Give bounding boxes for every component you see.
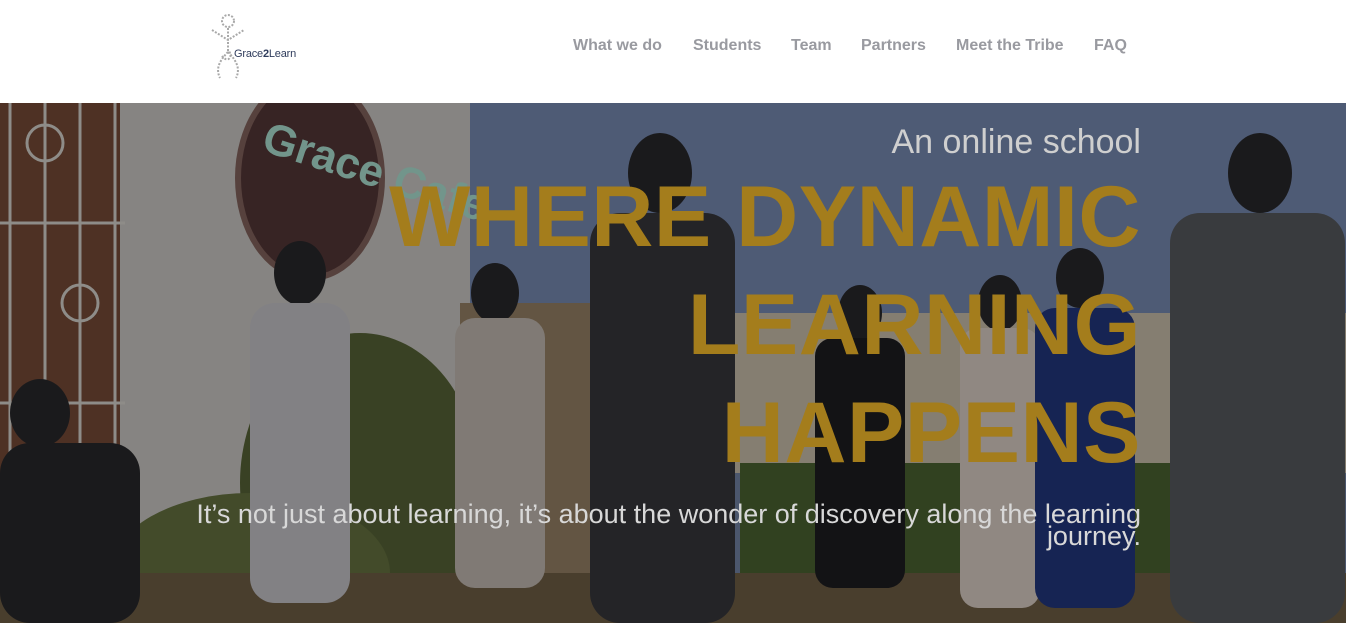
logo[interactable]: Grace2Learn — [208, 12, 308, 82]
hero-headline: WHERE DYNAMIC LEARNING HAPPENS — [389, 169, 1141, 481]
nav-team[interactable]: Team — [791, 37, 832, 55]
nav-faq[interactable]: FAQ — [1094, 37, 1127, 55]
brand-name: Grace2Learn — [234, 48, 297, 60]
hero-section: Grace Cafe An online school WHERE DYNAMI… — [0, 103, 1346, 623]
nav-students[interactable]: Students — [693, 37, 761, 55]
nav-what-we-do[interactable]: What we do — [573, 37, 662, 55]
ribbon-figure-logo-icon — [211, 14, 245, 79]
nav-meet-the-tribe[interactable]: Meet the Tribe — [956, 37, 1064, 55]
site-header: Grace2Learn What we do Students Team Par… — [0, 0, 1346, 103]
nav-partners[interactable]: Partners — [861, 37, 926, 55]
hero-tagline: It’s not just about learning, it’s about… — [196, 499, 1141, 551]
hero-eyebrow: An online school — [891, 123, 1141, 161]
